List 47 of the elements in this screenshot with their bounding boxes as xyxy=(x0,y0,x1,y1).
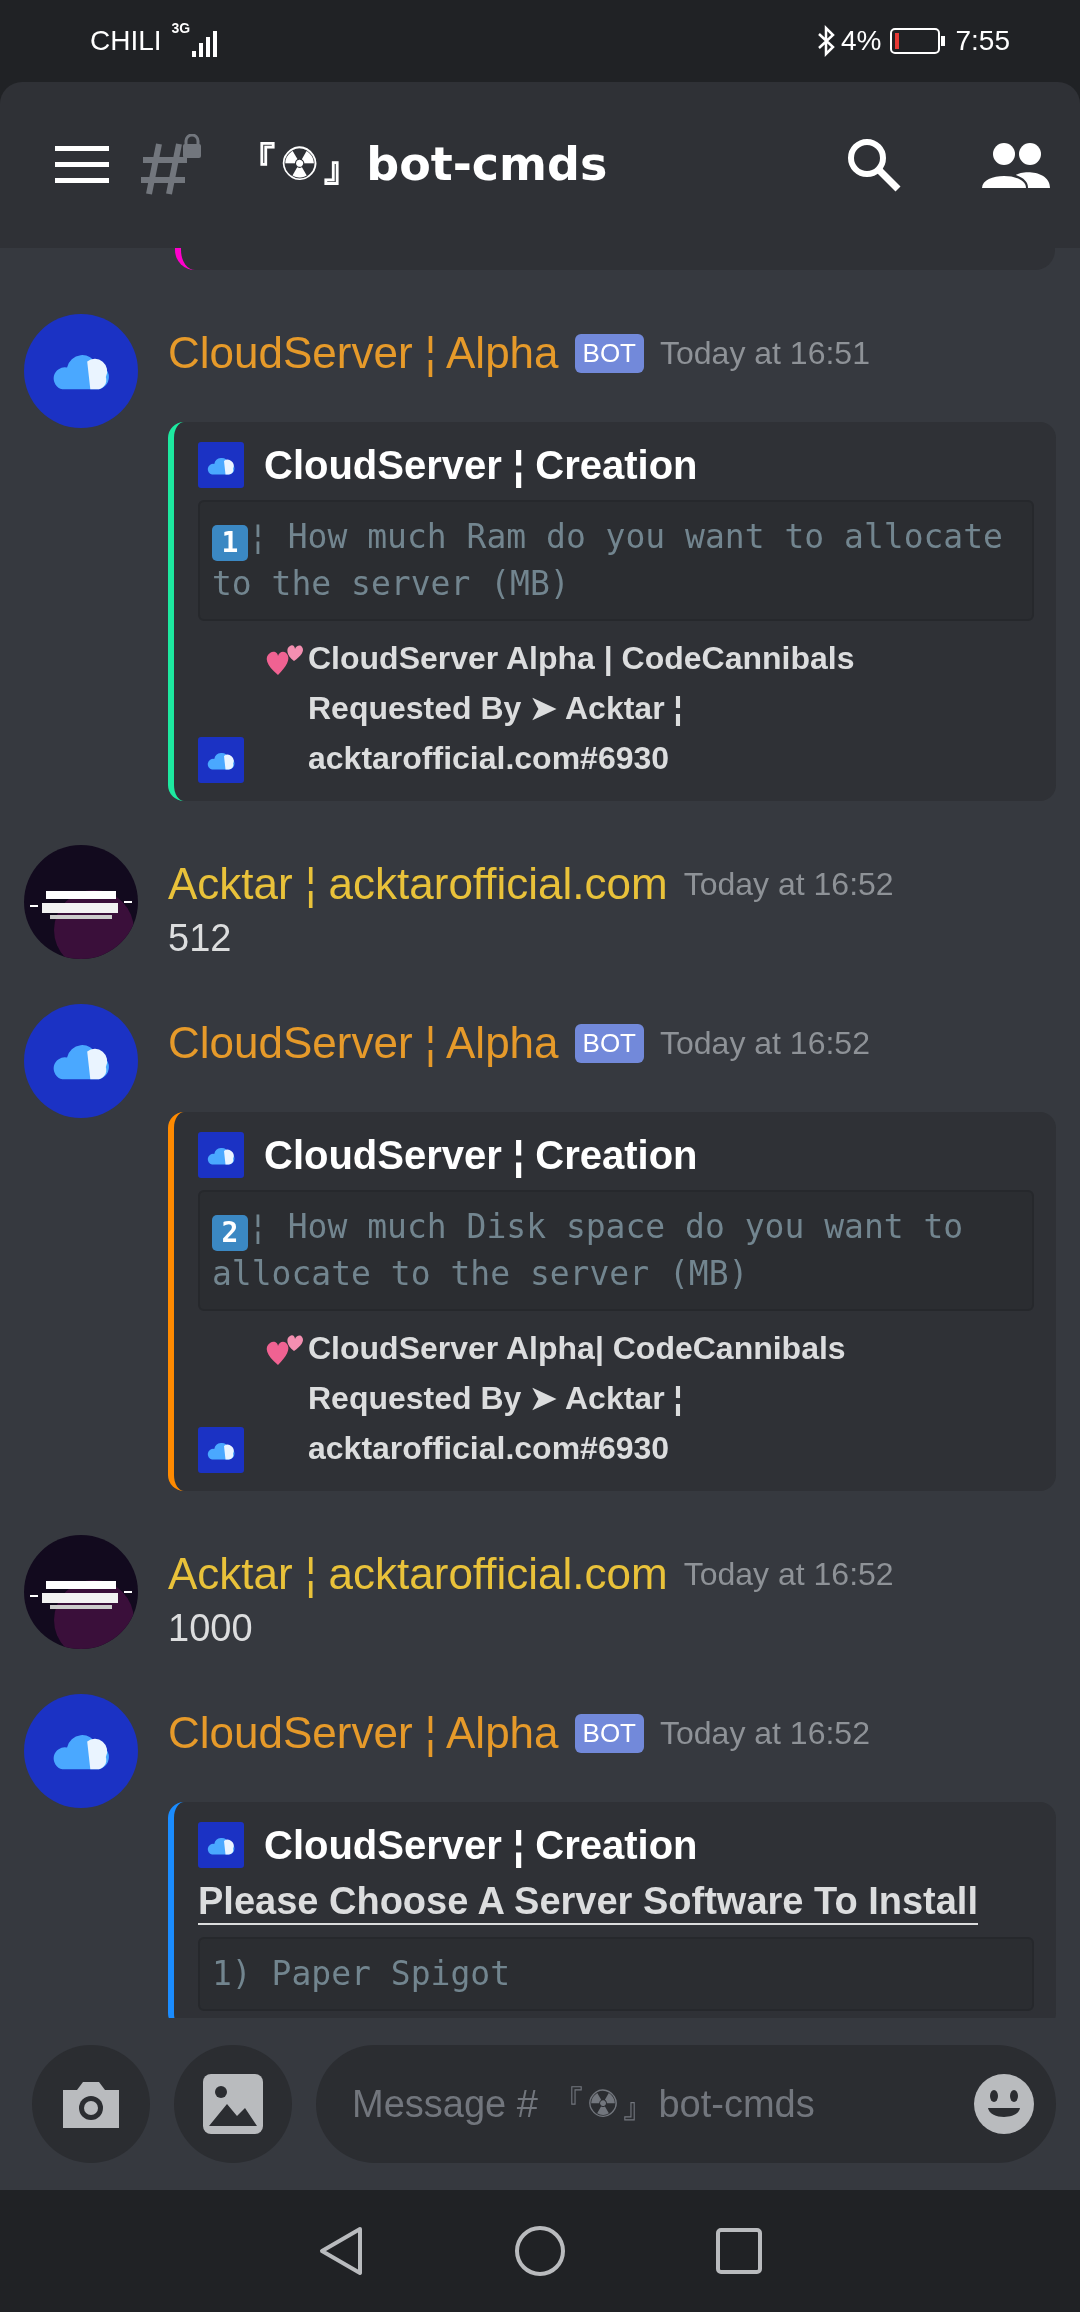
locked-channel-icon xyxy=(139,134,203,196)
embed-title: CloudServer ¦ Creation xyxy=(264,442,698,488)
message-timestamp: Today at 16:52 xyxy=(660,1714,870,1752)
embed-heading: Please Choose A Server Software To Install xyxy=(198,1880,978,1925)
cloud-icon xyxy=(198,1132,244,1178)
battery-icon xyxy=(889,27,946,55)
author-name[interactable]: CloudServer ¦ Alpha xyxy=(168,1018,559,1068)
emoji-icon[interactable] xyxy=(974,2074,1034,2134)
keycap-icon: 1 xyxy=(212,525,248,561)
cloud-icon xyxy=(198,442,244,488)
cloud-icon xyxy=(198,1822,244,1868)
cloud-icon xyxy=(198,1427,244,1473)
members-icon[interactable] xyxy=(982,142,1050,188)
bot-tag: BOT xyxy=(574,1713,644,1753)
message-text: 1000 xyxy=(168,1607,254,1650)
message-timestamp: Today at 16:52 xyxy=(660,1024,870,1062)
author-name[interactable]: Acktar ¦ acktarofficial.com xyxy=(168,1549,668,1599)
embed-footer: CloudServer Alpha | CodeCannibals Requested By ➤ Acktar ¦ acktarofficial.com#6930 xyxy=(308,633,855,783)
message-timestamp: Today at 16:52 xyxy=(683,865,894,903)
bot-tag: BOT xyxy=(574,333,644,373)
embed-title: CloudServer ¦ Creation xyxy=(264,1132,698,1178)
home-icon[interactable] xyxy=(514,2225,566,2277)
keycap-icon: 2 xyxy=(212,1215,248,1251)
message-timestamp: Today at 16:51 xyxy=(660,334,870,372)
menu-icon[interactable] xyxy=(55,146,109,184)
clock-time: 7:55 xyxy=(955,25,1010,57)
image-icon xyxy=(203,2074,263,2134)
message-timestamp: Today at 16:52 xyxy=(683,1555,894,1593)
carrier-name: CHILI xyxy=(90,25,162,57)
back-icon[interactable] xyxy=(318,2226,364,2276)
author-name[interactable]: Acktar ¦ acktarofficial.com xyxy=(168,859,668,909)
message-field[interactable]: Message # 『☢』bot-cmds xyxy=(316,2045,1056,2163)
author-name[interactable]: CloudServer ¦ Alpha xyxy=(168,1708,559,1758)
embed-title: CloudServer ¦ Creation xyxy=(264,1822,698,1868)
cloud-icon xyxy=(198,737,244,783)
message-text: 512 xyxy=(168,917,233,960)
network-type: 3G xyxy=(171,20,191,36)
battery-percent: 4% xyxy=(841,25,882,57)
channel-title: 『☢』bot-cmds xyxy=(233,136,609,193)
search-icon[interactable] xyxy=(846,137,902,193)
bot-tag: BOT xyxy=(574,1023,644,1063)
embed-footer: CloudServer Alpha| CodeCannibals Requested By ➤ Acktar ¦ acktarofficial.com#6930 xyxy=(308,1323,846,1473)
code-block: 1 ¦ How much Ram do you want to allocate to the server (MB) xyxy=(198,500,1034,621)
code-block: 2 ¦ How much Disk space do you want to allocate to the server (MB) xyxy=(198,1190,1034,1311)
recents-icon[interactable] xyxy=(716,2228,762,2274)
author-name[interactable]: CloudServer ¦ Alpha xyxy=(168,328,559,378)
code-block: 1) Paper Spigot xyxy=(198,1937,1034,2011)
